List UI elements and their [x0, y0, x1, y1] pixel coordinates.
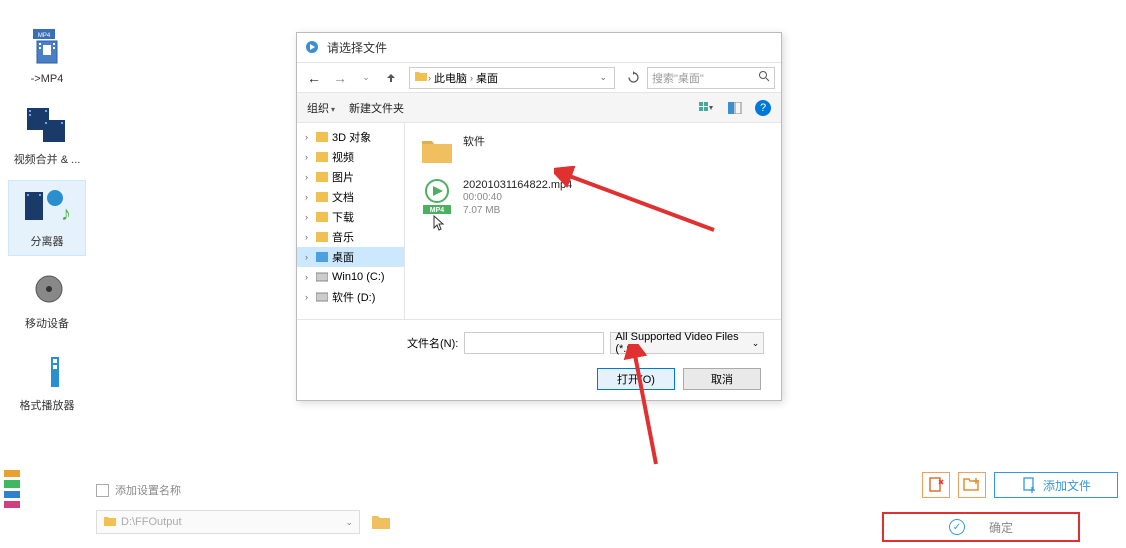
tree-item-c-drive[interactable]: ›Win10 (C:) [297, 267, 404, 287]
folder-icon [414, 70, 428, 85]
nav-recent-dd[interactable]: ⌄ [355, 67, 377, 89]
sidebar-label: 格式播放器 [20, 397, 75, 413]
nav-back[interactable]: ← [303, 67, 325, 89]
file-name: 20201031164822.mp4 [463, 179, 572, 191]
svg-text:♪: ♪ [61, 203, 71, 225]
add-folder-button[interactable] [958, 472, 986, 498]
breadcrumb[interactable]: › 此电脑 › 桌面 ⌄ [409, 67, 615, 89]
file-picker-dialog: 请选择文件 ← → ⌄ › 此电脑 › 桌面 ⌄ 搜索"桌面" 组织▾ 新建文件… [296, 32, 782, 401]
remove-file-button[interactable] [922, 472, 950, 498]
add-file-icon [1021, 477, 1037, 493]
sidebar-label: ->MP4 [31, 73, 64, 85]
output-path-row: D:\FFOutput ⌄ [96, 510, 394, 534]
tree-item-desktop[interactable]: ›桌面 [297, 247, 404, 267]
help-button[interactable]: ? [755, 100, 771, 116]
file-list[interactable]: 软件 MP4 20201031164822.mp4 00:00:40 7.07 … [405, 123, 781, 319]
tree-item-music[interactable]: ›音乐 [297, 227, 404, 247]
tree-item-video[interactable]: ›视频 [297, 147, 404, 167]
breadcrumb-root[interactable]: 此电脑 [431, 70, 470, 86]
breadcrumb-dropdown[interactable]: ⌄ [596, 72, 610, 83]
sidebar-item-player[interactable]: 格式播放器 [8, 344, 86, 420]
sidebar-item-mobile[interactable]: 移动设备 [8, 262, 86, 338]
folder-icon [103, 515, 117, 530]
filetype-select[interactable]: All Supported Video Files (*.m⌄ [610, 332, 764, 354]
file-item-video[interactable]: MP4 20201031164822.mp4 00:00:40 7.07 MB [419, 179, 767, 217]
color-swatches [4, 470, 20, 508]
search-icon [758, 70, 770, 85]
file-item-folder[interactable]: 软件 [419, 133, 767, 169]
dialog-icon [305, 40, 321, 56]
sidebar-label: 分离器 [31, 233, 64, 249]
confirm-highlight: ✓ 确定 [882, 512, 1080, 542]
app-sidebar: MP4 ->MP4 视频合并 & ... ♪ 分离器 [8, 20, 86, 420]
tree-item-d-drive[interactable]: ›软件 (D:) [297, 287, 404, 307]
svg-text:MP4: MP4 [430, 207, 445, 214]
breadcrumb-current[interactable]: 桌面 [473, 70, 501, 86]
mp4-icon: MP4 [23, 27, 71, 69]
dialog-titlebar: 请选择文件 [297, 33, 781, 63]
output-path-input[interactable]: D:\FFOutput ⌄ [96, 510, 360, 534]
confirm-label: 确定 [989, 519, 1013, 536]
filename-input[interactable] [464, 332, 604, 354]
preview-toggle[interactable] [727, 100, 743, 116]
video-file-icon: MP4 [419, 179, 455, 215]
merge-icon [23, 105, 71, 147]
confirm-button[interactable]: ✓ 确定 [884, 514, 1078, 540]
folder-icon [419, 133, 455, 169]
view-options[interactable] [699, 100, 715, 116]
dialog-title: 请选择文件 [327, 39, 387, 56]
check-icon: ✓ [949, 519, 965, 535]
sidebar-item-separator[interactable]: ♪ 分离器 [8, 180, 86, 256]
add-settings-row: 添加设置名称 [96, 482, 181, 498]
dialog-footer: 文件名(N): All Supported Video Files (*.m⌄ … [297, 319, 781, 400]
tree-item-documents[interactable]: ›文档 [297, 187, 404, 207]
separator-icon: ♪ [23, 187, 71, 229]
refresh-button[interactable] [623, 68, 643, 88]
dialog-toolbar: 组织▾ 新建文件夹 ? [297, 93, 781, 123]
mobile-icon [23, 269, 71, 311]
tree-item-downloads[interactable]: ›下载 [297, 207, 404, 227]
svg-text:MP4: MP4 [38, 33, 51, 39]
sidebar-item-merge[interactable]: 视频合并 & ... [8, 98, 86, 174]
sidebar-item-mp4[interactable]: MP4 ->MP4 [8, 20, 86, 92]
player-icon [23, 351, 71, 393]
browse-folder-button[interactable] [368, 510, 394, 534]
dialog-nav: ← → ⌄ › 此电脑 › 桌面 ⌄ 搜索"桌面" [297, 63, 781, 93]
tree-item-3d[interactable]: ›3D 对象 [297, 127, 404, 147]
cancel-button[interactable]: 取消 [683, 368, 761, 390]
file-duration: 00:00:40 [463, 191, 572, 204]
chevron-down-icon: ⌄ [345, 517, 353, 528]
add-file-button[interactable]: 添加文件 [994, 472, 1118, 498]
nav-up[interactable] [381, 68, 401, 88]
file-size: 7.07 MB [463, 204, 572, 217]
file-name: 软件 [463, 133, 485, 149]
sidebar-label: 视频合并 & ... [14, 151, 81, 167]
add-settings-checkbox[interactable] [96, 484, 109, 497]
folder-tree: ›3D 对象 ›视频 ›图片 ›文档 ›下载 ›音乐 ›桌面 ›Win10 (C… [297, 123, 405, 319]
organize-menu[interactable]: 组织▾ [307, 100, 335, 116]
filename-label: 文件名(N): [407, 335, 458, 351]
cursor-icon [433, 215, 445, 234]
right-action-bar: 添加文件 [922, 472, 1118, 498]
search-placeholder: 搜索"桌面" [652, 70, 704, 86]
sidebar-label: 移动设备 [25, 315, 69, 331]
search-input[interactable]: 搜索"桌面" [647, 67, 775, 89]
new-folder-button[interactable]: 新建文件夹 [349, 100, 404, 116]
tree-item-pictures[interactable]: ›图片 [297, 167, 404, 187]
dialog-body: ›3D 对象 ›视频 ›图片 ›文档 ›下载 ›音乐 ›桌面 ›Win10 (C… [297, 123, 781, 319]
nav-forward[interactable]: → [329, 67, 351, 89]
add-settings-label: 添加设置名称 [115, 482, 181, 498]
open-button[interactable]: 打开(O) [597, 368, 675, 390]
